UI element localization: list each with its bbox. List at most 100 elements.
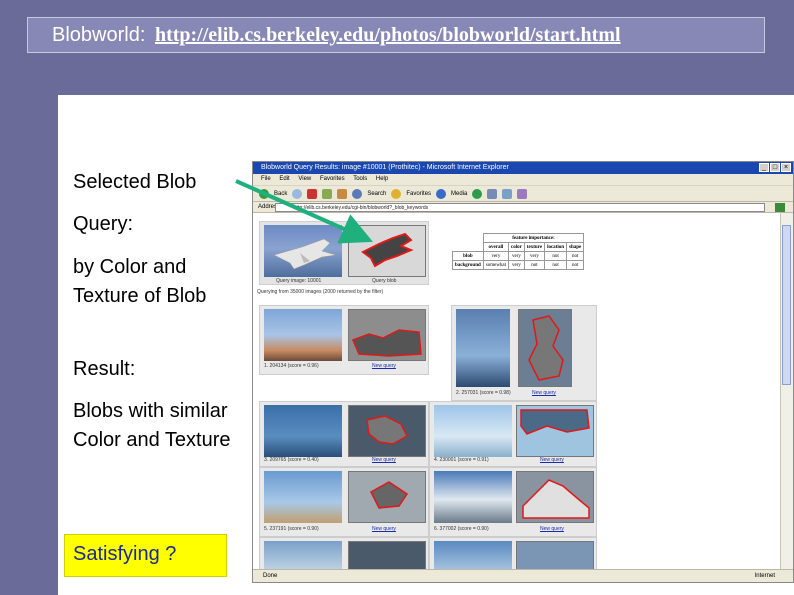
result-image[interactable] (434, 541, 512, 571)
history-icon[interactable] (472, 188, 483, 199)
result-image[interactable] (456, 309, 510, 387)
result-blob-image[interactable] (516, 541, 594, 571)
result-item: 4. 230001 (score = 0.91) New query (429, 401, 597, 467)
vertical-scrollbar[interactable] (780, 213, 793, 569)
favorites-button-label[interactable]: Favorites (406, 191, 431, 197)
result-item: 3. 209765 (score = 0.40) New query (259, 401, 429, 467)
result-image[interactable] (434, 471, 512, 523)
result-caption: 5. 237191 (score = 0.90) (264, 526, 319, 532)
browser-status-bar: Done Internet (253, 569, 793, 582)
go-icon[interactable] (775, 203, 785, 212)
browser-title-bar: Blobworld Query Results: image #10001 (P… (253, 162, 793, 174)
result-item (429, 537, 597, 571)
feature-row-label: blob (452, 251, 484, 261)
query-blob-shape (361, 232, 414, 268)
favorites-icon[interactable] (391, 188, 402, 199)
mail-icon[interactable] (487, 188, 498, 199)
menu-edit[interactable]: Edit (279, 176, 289, 182)
query-image[interactable] (264, 225, 342, 277)
result-blob-image[interactable] (516, 471, 594, 523)
result-image[interactable] (264, 471, 342, 523)
scrollbar-thumb[interactable] (782, 225, 791, 385)
result-blob-image[interactable] (348, 471, 426, 523)
result-caption: 4. 230001 (score = 0.91) (434, 457, 489, 463)
menu-view[interactable]: View (298, 176, 311, 182)
text-result: Result: (73, 358, 136, 380)
feature-select[interactable]: very (508, 251, 525, 261)
result-item (259, 537, 429, 571)
stop-icon[interactable] (307, 188, 318, 199)
satisfying-label: Satisfying ? (73, 543, 177, 565)
window-controls: _ □ × (759, 163, 791, 172)
feature-select[interactable]: somewhat (482, 260, 510, 270)
result-blob-image[interactable] (516, 405, 594, 457)
text-result-description: Blobs with similar Color and Texture (73, 400, 231, 451)
menu-file[interactable]: File (261, 176, 271, 182)
search-icon[interactable] (352, 188, 363, 199)
result-blob-image[interactable] (518, 309, 572, 387)
result-blob-image[interactable] (348, 541, 426, 571)
result-image[interactable] (264, 405, 342, 457)
new-query-link[interactable]: New query (372, 363, 396, 369)
query-blob-caption: Query blob (372, 278, 397, 284)
back-button-label[interactable]: Back (274, 191, 287, 197)
result-caption: 6. 377002 (score = 0.90) (434, 526, 489, 532)
back-icon[interactable] (259, 188, 269, 199)
satisfying-callout: Satisfying ? (64, 534, 227, 577)
result-blob-shape (528, 315, 564, 381)
new-query-link[interactable]: New query (540, 457, 564, 463)
feature-select[interactable]: not (566, 251, 585, 261)
feature-select[interactable]: very (508, 260, 525, 270)
media-button-label[interactable]: Media (451, 191, 467, 197)
forward-icon[interactable] (292, 188, 303, 199)
result-blob-shape (352, 329, 422, 357)
text-query-description: by Color and Texture of Blob (73, 256, 207, 307)
new-query-link[interactable]: New query (372, 526, 396, 532)
minimize-icon[interactable]: _ (759, 163, 769, 172)
query-panel: Query image: 10001 Query blob (259, 221, 429, 285)
feature-importance-table: feature importance: overall color textur… (452, 233, 585, 270)
menu-help[interactable]: Help (376, 176, 388, 182)
text-query: Query: (73, 213, 134, 235)
new-query-link[interactable]: New query (372, 457, 396, 463)
print-icon[interactable] (502, 188, 513, 199)
feature-select[interactable]: not (544, 260, 568, 270)
home-icon[interactable] (337, 188, 348, 199)
feature-row-label: background (452, 260, 484, 270)
feature-select[interactable]: very (523, 251, 546, 261)
feature-select[interactable]: not (523, 260, 546, 270)
media-icon[interactable] (436, 188, 447, 199)
browser-menu-bar: File Edit View Favorites Tools Help (253, 174, 793, 185)
result-image[interactable] (434, 405, 512, 457)
refresh-icon[interactable] (322, 188, 333, 199)
browser-title: Blobworld Query Results: image #10001 (P… (261, 164, 509, 171)
result-item: 1. 204134 (score = 0.96) New query (259, 305, 429, 375)
edit-icon[interactable] (517, 188, 528, 199)
feature-header-texture: texture (523, 242, 546, 252)
menu-favorites[interactable]: Favorites (320, 176, 345, 182)
new-query-link[interactable]: New query (532, 390, 556, 396)
result-image[interactable] (264, 309, 342, 361)
slide-title-url-link[interactable]: http://elib.cs.berkeley.edu/photos/blobw… (155, 24, 621, 46)
result-blob-image[interactable] (348, 309, 426, 361)
feature-table-title: feature importance: (482, 233, 585, 243)
query-blob-image[interactable] (348, 225, 426, 277)
feature-select[interactable]: very (482, 251, 510, 261)
text-selected-blob: Selected Blob (73, 171, 197, 193)
status-text: Done (263, 573, 278, 579)
close-icon[interactable]: × (781, 163, 791, 172)
maximize-icon[interactable]: □ (770, 163, 780, 172)
address-input[interactable]: http://elib.cs.berkeley.edu/cgi-bin/blob… (275, 203, 765, 212)
result-blob-shape (522, 479, 590, 519)
result-item: 6. 377002 (score = 0.90) New query (429, 467, 597, 537)
result-image[interactable] (264, 541, 342, 571)
menu-tools[interactable]: Tools (353, 176, 367, 182)
feature-select[interactable]: not (544, 251, 568, 261)
new-query-link[interactable]: New query (540, 526, 564, 532)
slide-left-bar (0, 95, 58, 595)
result-caption: 3. 209765 (score = 0.40) (264, 457, 319, 463)
slide-title: Blobworld: http://elib.cs.berkeley.edu/p… (52, 24, 621, 47)
feature-select[interactable]: not (566, 260, 585, 270)
search-button-label[interactable]: Search (367, 191, 386, 197)
result-blob-image[interactable] (348, 405, 426, 457)
